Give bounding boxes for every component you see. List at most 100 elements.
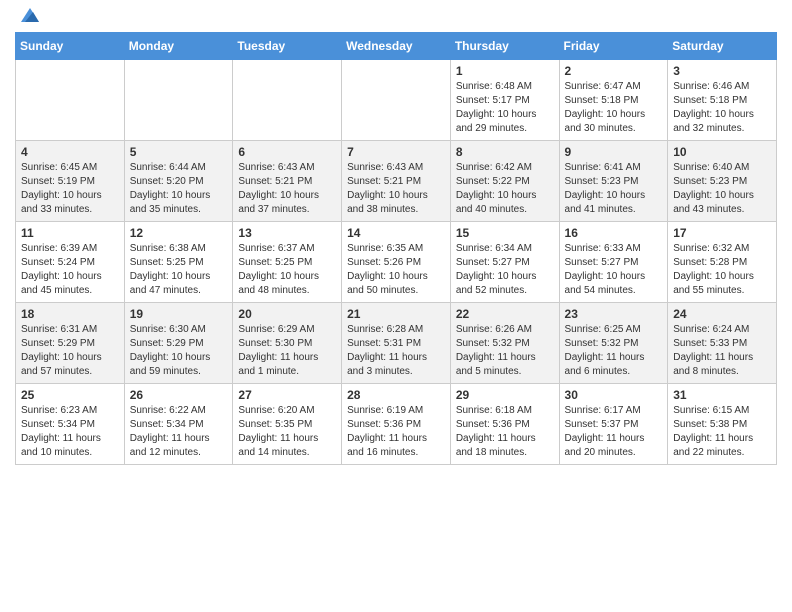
calendar-cell: 15Sunrise: 6:34 AM Sunset: 5:27 PM Dayli… xyxy=(450,222,559,303)
calendar-cell xyxy=(16,60,125,141)
day-number: 3 xyxy=(673,64,771,78)
calendar-table: SundayMondayTuesdayWednesdayThursdayFrid… xyxy=(15,32,777,465)
day-number: 7 xyxy=(347,145,445,159)
day-info: Sunrise: 6:30 AM Sunset: 5:29 PM Dayligh… xyxy=(130,323,228,379)
calendar-cell: 16 Sunrise: 6:33 AM Sunset: 5:27 PM Dayli… xyxy=(559,222,668,303)
day-number: 25 xyxy=(21,388,119,402)
calendar-cell: 27 Sunrise: 6:20 AM Sunset: 5:35 PM Dayli… xyxy=(233,384,342,465)
calendar-cell: 25Sunrise: 6:23 AM Sunset: 5:34 PM Dayli… xyxy=(16,384,125,465)
day-number: 8 xyxy=(456,145,554,159)
calendar-cell: 17 Sunrise: 6:32 AM Sunset: 5:28 PM Dayli… xyxy=(668,222,777,303)
calendar-cell: 3 Sunrise: 6:46 AM Sunset: 5:18 PM Daylig… xyxy=(668,60,777,141)
day-info: Sunrise: 6:33 AM Sunset: 5:27 PM Dayligh… xyxy=(565,242,663,298)
day-info: Sunrise: 6:18 AM Sunset: 5:36 PM Dayligh… xyxy=(456,404,554,460)
calendar-cell: 22 Sunrise: 6:26 AM Sunset: 5:32 PM Dayli… xyxy=(450,303,559,384)
day-number: 12 xyxy=(130,226,228,240)
calendar-cell: 19 Sunrise: 6:30 AM Sunset: 5:29 PM Dayli… xyxy=(124,303,233,384)
day-number: 14 xyxy=(347,226,445,240)
day-info: Sunrise: 6:19 AM Sunset: 5:36 PM Dayligh… xyxy=(347,404,445,460)
calendar-cell: 28 Sunrise: 6:19 AM Sunset: 5:36 PM Dayli… xyxy=(342,384,451,465)
day-info: Sunrise: 6:15 AM Sunset: 5:38 PM Dayligh… xyxy=(673,404,771,460)
day-number: 1 xyxy=(456,64,554,78)
calendar-cell: 1 Sunrise: 6:48 AM Sunset: 5:17 PM Daylig… xyxy=(450,60,559,141)
day-number: 9 xyxy=(565,145,663,159)
day-info: Sunrise: 6:46 AM Sunset: 5:18 PM Dayligh… xyxy=(673,80,771,136)
calendar-cell: 12 Sunrise: 6:38 AM Sunset: 5:25 PM Dayli… xyxy=(124,222,233,303)
day-info: Sunrise: 6:26 AM Sunset: 5:32 PM Dayligh… xyxy=(456,323,554,379)
day-info: Sunrise: 6:20 AM Sunset: 5:35 PM Dayligh… xyxy=(238,404,336,460)
day-info: Sunrise: 6:45 AM Sunset: 5:19 PM Dayligh… xyxy=(21,161,119,217)
calendar-cell: 29 Sunrise: 6:18 AM Sunset: 5:36 PM Dayli… xyxy=(450,384,559,465)
calendar-cell: 9 Sunrise: 6:41 AM Sunset: 5:23 PM Daylig… xyxy=(559,141,668,222)
day-number: 5 xyxy=(130,145,228,159)
day-info: Sunrise: 6:31 AM Sunset: 5:29 PM Dayligh… xyxy=(21,323,119,379)
day-number: 19 xyxy=(130,307,228,321)
day-info: Sunrise: 6:32 AM Sunset: 5:28 PM Dayligh… xyxy=(673,242,771,298)
day-info: Sunrise: 6:38 AM Sunset: 5:25 PM Dayligh… xyxy=(130,242,228,298)
calendar-cell: 26 Sunrise: 6:22 AM Sunset: 5:34 PM Dayli… xyxy=(124,384,233,465)
day-info: Sunrise: 6:24 AM Sunset: 5:33 PM Dayligh… xyxy=(673,323,771,379)
day-info: Sunrise: 6:41 AM Sunset: 5:23 PM Dayligh… xyxy=(565,161,663,217)
day-info: Sunrise: 6:44 AM Sunset: 5:20 PM Dayligh… xyxy=(130,161,228,217)
calendar-header-row: SundayMondayTuesdayWednesdayThursdayFrid… xyxy=(16,33,777,60)
day-number: 11 xyxy=(21,226,119,240)
day-header-sunday: Sunday xyxy=(16,33,125,60)
calendar-cell: 4 Sunrise: 6:45 AM Sunset: 5:19 PM Daylig… xyxy=(16,141,125,222)
calendar-cell xyxy=(342,60,451,141)
calendar-cell: 23Sunrise: 6:25 AM Sunset: 5:32 PM Dayli… xyxy=(559,303,668,384)
calendar-cell: 10Sunrise: 6:40 AM Sunset: 5:23 PM Dayli… xyxy=(668,141,777,222)
day-info: Sunrise: 6:17 AM Sunset: 5:37 PM Dayligh… xyxy=(565,404,663,460)
day-info: Sunrise: 6:43 AM Sunset: 5:21 PM Dayligh… xyxy=(238,161,336,217)
day-number: 28 xyxy=(347,388,445,402)
calendar-cell xyxy=(124,60,233,141)
calendar-week-row: 18 Sunrise: 6:31 AM Sunset: 5:29 PM Dayli… xyxy=(16,303,777,384)
day-info: Sunrise: 6:39 AM Sunset: 5:24 PM Dayligh… xyxy=(21,242,119,298)
day-number: 15 xyxy=(456,226,554,240)
day-info: Sunrise: 6:47 AM Sunset: 5:18 PM Dayligh… xyxy=(565,80,663,136)
day-number: 29 xyxy=(456,388,554,402)
day-number: 16 xyxy=(565,226,663,240)
calendar-cell: 20Sunrise: 6:29 AM Sunset: 5:30 PM Dayli… xyxy=(233,303,342,384)
day-number: 27 xyxy=(238,388,336,402)
day-number: 26 xyxy=(130,388,228,402)
calendar-week-row: 4 Sunrise: 6:45 AM Sunset: 5:19 PM Daylig… xyxy=(16,141,777,222)
day-info: Sunrise: 6:48 AM Sunset: 5:17 PM Dayligh… xyxy=(456,80,554,136)
day-info: Sunrise: 6:28 AM Sunset: 5:31 PM Dayligh… xyxy=(347,323,445,379)
day-header-friday: Friday xyxy=(559,33,668,60)
calendar-cell: 2Sunrise: 6:47 AM Sunset: 5:18 PM Daylig… xyxy=(559,60,668,141)
calendar-cell: 5 Sunrise: 6:44 AM Sunset: 5:20 PM Daylig… xyxy=(124,141,233,222)
calendar-cell: 31Sunrise: 6:15 AM Sunset: 5:38 PM Dayli… xyxy=(668,384,777,465)
calendar-cell xyxy=(233,60,342,141)
calendar-cell: 11 Sunrise: 6:39 AM Sunset: 5:24 PM Dayli… xyxy=(16,222,125,303)
day-number: 22 xyxy=(456,307,554,321)
day-number: 18 xyxy=(21,307,119,321)
calendar-cell: 24Sunrise: 6:24 AM Sunset: 5:33 PM Dayli… xyxy=(668,303,777,384)
day-header-wednesday: Wednesday xyxy=(342,33,451,60)
day-number: 10 xyxy=(673,145,771,159)
logo-icon xyxy=(19,4,41,26)
day-header-tuesday: Tuesday xyxy=(233,33,342,60)
day-info: Sunrise: 6:22 AM Sunset: 5:34 PM Dayligh… xyxy=(130,404,228,460)
calendar-cell: 14 Sunrise: 6:35 AM Sunset: 5:26 PM Dayli… xyxy=(342,222,451,303)
day-number: 21 xyxy=(347,307,445,321)
day-number: 13 xyxy=(238,226,336,240)
calendar-cell: 18 Sunrise: 6:31 AM Sunset: 5:29 PM Dayli… xyxy=(16,303,125,384)
page-header xyxy=(15,10,777,26)
day-header-monday: Monday xyxy=(124,33,233,60)
calendar-cell: 13 Sunrise: 6:37 AM Sunset: 5:25 PM Dayli… xyxy=(233,222,342,303)
day-info: Sunrise: 6:35 AM Sunset: 5:26 PM Dayligh… xyxy=(347,242,445,298)
day-number: 23 xyxy=(565,307,663,321)
day-number: 17 xyxy=(673,226,771,240)
calendar-cell: 7Sunrise: 6:43 AM Sunset: 5:21 PM Daylig… xyxy=(342,141,451,222)
logo xyxy=(15,18,41,26)
day-header-thursday: Thursday xyxy=(450,33,559,60)
calendar-cell: 8Sunrise: 6:42 AM Sunset: 5:22 PM Daylig… xyxy=(450,141,559,222)
day-number: 4 xyxy=(21,145,119,159)
calendar-cell: 21 Sunrise: 6:28 AM Sunset: 5:31 PM Dayli… xyxy=(342,303,451,384)
calendar-week-row: 1 Sunrise: 6:48 AM Sunset: 5:17 PM Daylig… xyxy=(16,60,777,141)
day-header-saturday: Saturday xyxy=(668,33,777,60)
calendar-week-row: 11 Sunrise: 6:39 AM Sunset: 5:24 PM Dayli… xyxy=(16,222,777,303)
day-info: Sunrise: 6:37 AM Sunset: 5:25 PM Dayligh… xyxy=(238,242,336,298)
calendar-cell: 30Sunrise: 6:17 AM Sunset: 5:37 PM Dayli… xyxy=(559,384,668,465)
day-number: 6 xyxy=(238,145,336,159)
